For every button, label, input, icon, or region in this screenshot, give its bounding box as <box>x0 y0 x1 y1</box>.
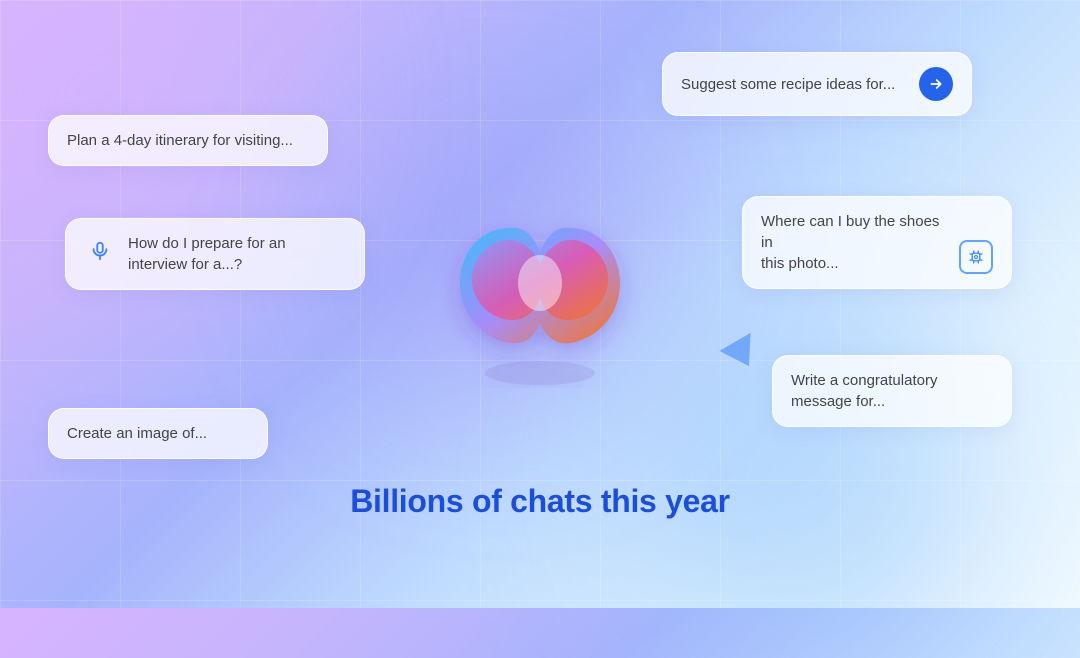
copilot-logo <box>440 188 640 388</box>
card-interview-line2: interview for a...? <box>128 254 286 275</box>
arrow-deco-icon <box>719 333 764 375</box>
card-create[interactable]: Create an image of... <box>48 408 268 459</box>
card-interview-text: How do I prepare for an interview for a.… <box>128 233 286 275</box>
card-plan-text: Plan a 4-day itinerary for visiting... <box>67 132 293 149</box>
card-suggest-text: Suggest some recipe ideas for... <box>681 74 895 95</box>
card-congrats-line2: message for... <box>791 391 993 412</box>
camera-icon <box>959 240 993 274</box>
send-icon[interactable] <box>919 67 953 101</box>
card-shoes-text: Where can I buy the shoes in this photo.… <box>761 211 951 274</box>
card-shoes-line2: this photo... <box>761 253 951 274</box>
card-shoes[interactable]: Where can I buy the shoes in this photo.… <box>742 196 1012 289</box>
card-congrats-line1: Write a congratulatory <box>791 370 993 391</box>
card-suggest[interactable]: Suggest some recipe ideas for... <box>662 52 972 116</box>
card-interview-line1: How do I prepare for an <box>128 233 286 254</box>
card-create-text: Create an image of... <box>67 425 207 442</box>
card-interview[interactable]: How do I prepare for an interview for a.… <box>65 218 365 290</box>
card-shoes-line1: Where can I buy the shoes in <box>761 211 951 253</box>
card-congrats[interactable]: Write a congratulatory message for... <box>772 355 1012 427</box>
card-plan[interactable]: Plan a 4-day itinerary for visiting... <box>48 115 328 166</box>
headline: Billions of chats this year <box>350 483 730 520</box>
mic-icon <box>84 235 116 267</box>
